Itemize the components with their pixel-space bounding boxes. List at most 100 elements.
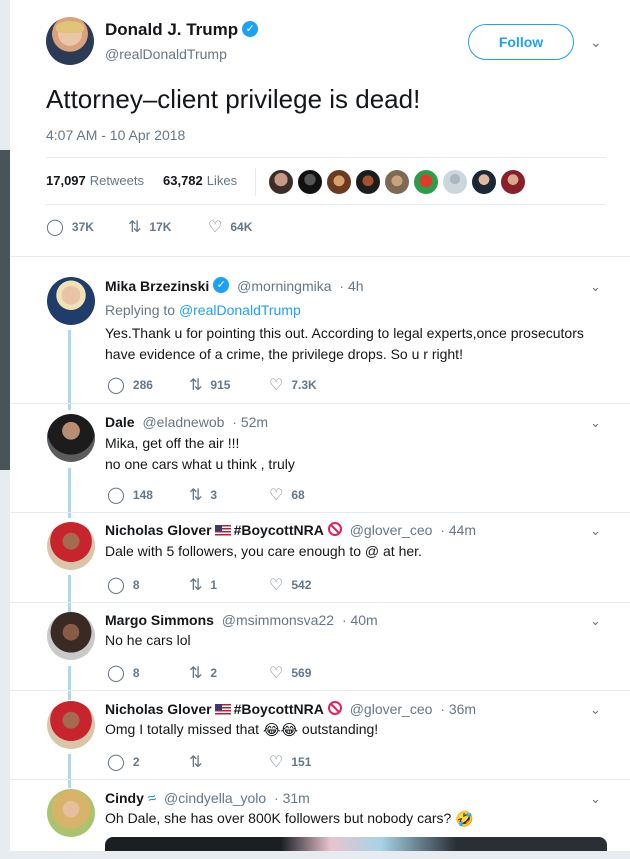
replying-to-prefix: Replying to <box>105 302 176 318</box>
retweet-button[interactable]: ⇅ <box>189 753 210 773</box>
avatar[interactable] <box>47 612 95 660</box>
liker-avatar[interactable] <box>355 169 381 195</box>
retweets-stat[interactable]: 17,097 Retweets <box>46 173 144 188</box>
reply-author-name[interactable]: Mika Brzezinski <box>105 278 209 294</box>
reply-text-line: Dale with 5 followers, you care enough t… <box>105 543 422 559</box>
horizontal-scrollbar[interactable] <box>0 851 630 859</box>
likes-stat[interactable]: 63,782 Likes <box>163 173 237 188</box>
liker-avatar[interactable] <box>442 169 468 195</box>
reply-time[interactable]: · 52m <box>232 414 268 430</box>
reply-author-name[interactable]: Margo Simmons <box>105 612 214 628</box>
reply-button[interactable]: ◯ 37K <box>46 218 94 238</box>
reply-button[interactable]: ◯ 286 <box>107 376 153 396</box>
reply-author-name[interactable]: Nicholas Glover <box>105 522 212 538</box>
reply-author-name[interactable]: Cindy <box>105 790 144 806</box>
like-button[interactable]: ♡ 151 <box>269 753 311 773</box>
thread-line <box>68 468 71 518</box>
chevron-down-icon[interactable]: ⌄ <box>590 34 602 51</box>
like-count: 569 <box>291 666 312 681</box>
chevron-down-icon[interactable]: ⌄ <box>590 523 601 539</box>
retweets-count: 17,097 <box>46 173 86 188</box>
reply-time[interactable]: · 36m <box>440 701 476 717</box>
divider <box>10 256 630 257</box>
avatar[interactable] <box>47 414 95 462</box>
chevron-down-icon[interactable]: ⌄ <box>590 613 601 629</box>
like-count: 68 <box>291 488 305 503</box>
retweet-count: 2 <box>210 666 218 681</box>
reply-text-line: Mika, get off the air !!! <box>105 435 240 451</box>
reply-author-name-suffix[interactable]: #BoycottNRA <box>234 522 324 538</box>
retweet-button[interactable]: ⇅ 1 <box>189 576 217 596</box>
follow-button[interactable]: Follow <box>468 24 574 60</box>
replying-to-link[interactable]: @realDonaldTrump <box>179 302 301 318</box>
like-button[interactable]: ♡ 68 <box>269 486 305 506</box>
chevron-down-icon[interactable]: ⌄ <box>590 279 601 295</box>
author-avatar[interactable] <box>46 17 94 65</box>
retweet-icon: ⇅ <box>128 219 142 236</box>
retweet-icon: ⇅ <box>189 754 203 771</box>
author-name-row[interactable]: Donald J. Trump ✓ <box>105 20 259 40</box>
reply-time[interactable]: · 4h <box>339 278 363 294</box>
replying-to: Replying to @realDonaldTrump <box>105 302 301 318</box>
like-button[interactable]: ♡ 542 <box>269 576 311 596</box>
retweet-button[interactable]: ⇅ 915 <box>189 376 230 396</box>
like-count: 542 <box>291 578 312 593</box>
avatar[interactable] <box>47 701 95 749</box>
reply-author-handle[interactable]: @morningmika <box>237 278 331 294</box>
chevron-down-icon[interactable]: ⌄ <box>590 415 601 431</box>
reply-time[interactable]: · 40m <box>342 612 378 628</box>
reply-icon: ◯ <box>107 377 125 394</box>
reply-author-name[interactable]: Dale <box>105 414 135 430</box>
reply-time[interactable]: · 44m <box>440 522 476 538</box>
reply-author-handle[interactable]: @eladnewob <box>142 414 224 430</box>
retweet-count: 3 <box>210 488 218 503</box>
reply-text-line: have evidence of a crime, the privilege … <box>105 346 463 362</box>
retweet-button[interactable]: ⇅ 3 <box>189 486 217 506</box>
author-name[interactable]: Donald J. Trump <box>105 20 238 39</box>
avatar[interactable] <box>47 277 95 325</box>
heart-icon: ♡ <box>269 577 284 594</box>
reply-author-handle[interactable]: @cindyella_yolo <box>164 790 266 806</box>
reply-button[interactable]: ◯ 8 <box>107 576 140 596</box>
reply-author-handle[interactable]: @msimmonsva22 <box>222 612 334 628</box>
us-flag-icon <box>214 703 231 715</box>
liker-avatar[interactable] <box>413 169 439 195</box>
liker-avatar[interactable] <box>297 169 323 195</box>
author-handle[interactable]: @realDonaldTrump <box>105 46 227 62</box>
reply-author-handle[interactable]: @glover_ceo <box>350 522 433 538</box>
chevron-down-icon[interactable]: ⌄ <box>590 791 601 807</box>
liker-avatar[interactable] <box>471 169 497 195</box>
avatar[interactable] <box>47 522 95 570</box>
reply-text-part: Oh Dale, she has over 800K followers but… <box>105 810 452 826</box>
reply-time[interactable]: · 31m <box>274 790 310 806</box>
dolphin-icon: ≈ <box>145 789 159 808</box>
tweet-timestamp[interactable]: 4:07 AM - 10 Apr 2018 <box>46 127 185 143</box>
reply-button[interactable]: ◯ 148 <box>107 486 153 506</box>
liker-avatar[interactable] <box>384 169 410 195</box>
like-count: 64K <box>230 220 253 235</box>
retweet-count: 915 <box>210 378 231 393</box>
reply-text: Yes.Thank u for pointing this out. Accor… <box>105 323 605 365</box>
like-button[interactable]: ♡ 64K <box>208 218 252 238</box>
retweet-button[interactable]: ⇅ 2 <box>189 664 217 684</box>
chevron-down-icon[interactable]: ⌄ <box>590 702 601 718</box>
reply-author-name[interactable]: Nicholas Glover <box>105 701 212 717</box>
reply-text-part: Omg I totally missed that <box>105 721 260 737</box>
like-button[interactable]: ♡ 7.3K <box>269 376 317 396</box>
divider <box>10 779 630 780</box>
reply-button[interactable]: ◯ 8 <box>107 664 140 684</box>
reply-author-handle[interactable]: @glover_ceo <box>350 701 433 717</box>
avatar[interactable] <box>47 789 95 837</box>
thread-line <box>68 666 71 700</box>
verified-badge-icon: ✓ <box>242 20 259 37</box>
liker-avatar[interactable] <box>326 169 352 195</box>
liker-avatar[interactable] <box>500 169 526 195</box>
like-button[interactable]: ♡ 569 <box>269 664 311 684</box>
liker-avatar[interactable] <box>268 169 294 195</box>
reply-author-name-suffix[interactable]: #BoycottNRA <box>234 701 324 717</box>
reply-text-line: Yes.Thank u for pointing this out. Accor… <box>105 325 584 341</box>
retweets-label: Retweets <box>89 173 144 188</box>
retweet-button[interactable]: ⇅ 17K <box>128 218 171 238</box>
reply-button[interactable]: ◯ 2 <box>107 753 140 773</box>
reply-count: 8 <box>132 666 140 681</box>
